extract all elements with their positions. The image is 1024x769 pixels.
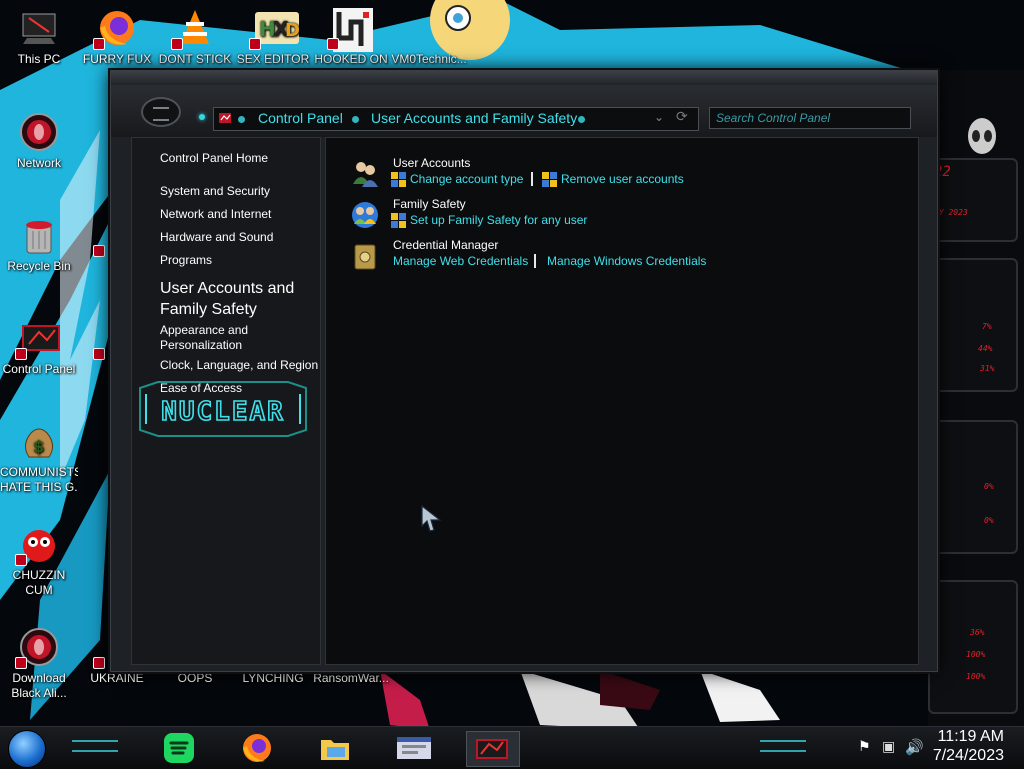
maze-game-icon xyxy=(327,8,373,52)
desktop-icon-communists[interactable]: $ COMMUNISTS HATE THIS G... xyxy=(0,421,78,495)
volume-icon[interactable]: 🔊 xyxy=(905,738,924,756)
control-panel-icon xyxy=(15,318,60,360)
nav-programs[interactable]: Programs xyxy=(160,253,212,268)
uac-shield-icon xyxy=(391,213,406,228)
gadget-drive-panel: 0% 0% xyxy=(928,420,1018,554)
breadcrumb-control-panel[interactable]: Control Panel xyxy=(258,110,343,126)
desktop-icon-dont-stick[interactable]: DONT STICK xyxy=(156,8,234,67)
credential-manager-title[interactable]: Credential Manager xyxy=(393,238,498,252)
svg-text:NUCLEAR: NUCLEAR xyxy=(161,397,285,427)
control-panel-icon[interactable] xyxy=(466,731,520,767)
uac-shield-icon xyxy=(542,172,557,187)
family-safety-icon[interactable] xyxy=(350,200,380,230)
window-title-bar[interactable] xyxy=(111,71,937,85)
remove-user-accounts-link[interactable]: Remove user accounts xyxy=(561,172,684,186)
desktop-icon-chuzzin-cum[interactable]: CHUZZIN CUM xyxy=(0,524,78,598)
svg-text:D: D xyxy=(285,20,300,41)
nav-network-and-internet[interactable]: Network and Internet xyxy=(160,207,271,222)
chuzzle-icon xyxy=(15,524,59,566)
credential-manager-icon[interactable] xyxy=(350,242,380,272)
link-separator xyxy=(531,172,533,186)
spotify-icon[interactable] xyxy=(162,731,196,765)
navigation-bar: Control Panel User Accounts and Family S… xyxy=(111,85,937,137)
nuclear-logo: NUCLEAR xyxy=(138,380,307,438)
left-navigation-pane: Control Panel Home System and Security N… xyxy=(131,137,321,665)
shortcut-icon xyxy=(409,8,449,48)
nav-indicator-dot xyxy=(199,114,205,120)
main-content-pane: User Accounts Change account type Remove… xyxy=(325,137,919,665)
money-bag-icon: $ xyxy=(19,421,59,461)
desktop-icon-this-pc[interactable]: This PC xyxy=(0,8,78,67)
svg-text:$: $ xyxy=(33,437,44,456)
mouse-cursor xyxy=(420,504,444,535)
user-accounts-icon[interactable] xyxy=(350,158,380,188)
taskbar-decoration xyxy=(72,740,118,752)
back-forward-buttons[interactable] xyxy=(141,97,181,127)
file-explorer-icon[interactable] xyxy=(318,731,352,765)
firefox-icon[interactable] xyxy=(240,731,274,765)
control-panel-window: Control Panel User Accounts and Family S… xyxy=(110,70,938,672)
family-safety-title[interactable]: Family Safety xyxy=(393,197,466,211)
breadcrumb-separator xyxy=(352,116,359,123)
start-button[interactable] xyxy=(8,730,46,768)
hex-editor-icon: HXD xyxy=(249,8,300,50)
desktop-icon-control-panel[interactable]: Control Panel xyxy=(0,318,78,377)
nav-control-panel-home[interactable]: Control Panel Home xyxy=(160,151,268,166)
nav-clock-language-region[interactable]: Clock, Language, and Region xyxy=(160,358,318,373)
address-bar[interactable]: Control Panel User Accounts and Family S… xyxy=(213,107,699,131)
action-center-flag-icon[interactable]: ⚑ xyxy=(858,739,871,755)
nav-hardware-and-sound[interactable]: Hardware and Sound xyxy=(160,230,273,245)
alien-orb-icon xyxy=(19,112,59,152)
gadget-clock-panel: 22 LY 2023 xyxy=(928,158,1018,242)
desktop-icon-sex-editor[interactable]: HXD SEX EDITOR xyxy=(234,8,312,67)
control-panel-icon xyxy=(218,111,232,125)
gadget-network-panel: 36% 100% 100% xyxy=(928,580,1018,714)
gadget-cpu-panel: 7% 44% 31% xyxy=(928,258,1018,392)
taskbar: ⚑ ▣ 🔊 11:19 AM 7/24/2023 xyxy=(0,726,1024,769)
network-icon[interactable]: ▣ xyxy=(882,739,895,755)
link-separator xyxy=(534,254,536,268)
taskbar-decoration xyxy=(760,740,806,752)
desktop-icon-network[interactable]: Network xyxy=(0,112,78,171)
recycle-bin-icon xyxy=(19,215,59,255)
refresh-icon[interactable]: ⟳ xyxy=(676,109,688,125)
set-up-family-safety-link[interactable]: Set up Family Safety for any user xyxy=(410,213,587,227)
app-window-icon[interactable] xyxy=(394,731,431,765)
nav-system-and-security[interactable]: System and Security xyxy=(160,184,270,199)
desktop-icon-recycle-bin[interactable]: Recycle Bin xyxy=(0,215,78,274)
breadcrumb-user-accounts[interactable]: User Accounts and Family Safety xyxy=(371,110,577,126)
desktop-icon-furry-fux[interactable]: FURRY FUX xyxy=(78,8,156,67)
desktop-icon-download-black-alien[interactable]: Download Black Ali... xyxy=(0,627,78,701)
user-accounts-title[interactable]: User Accounts xyxy=(393,156,470,170)
chevron-down-icon[interactable]: ⌄ xyxy=(654,110,664,124)
manage-windows-credentials-link[interactable]: Manage Windows Credentials xyxy=(547,254,706,268)
breadcrumb-separator xyxy=(238,116,245,123)
search-input[interactable] xyxy=(709,107,911,129)
alien-head-icon[interactable] xyxy=(962,116,1002,156)
desktop-icon-vm0technic[interactable]: VM0Technic... xyxy=(390,8,468,67)
vlc-icon xyxy=(171,8,215,50)
alien-orb-icon xyxy=(15,627,59,669)
breadcrumb-separator xyxy=(578,116,585,123)
uac-shield-icon xyxy=(391,172,406,187)
change-account-type-link[interactable]: Change account type xyxy=(410,172,523,186)
desktop-icon-hooked-on[interactable]: HOOKED ON xyxy=(312,8,390,67)
firefox-icon xyxy=(93,8,137,50)
manage-web-credentials-link[interactable]: Manage Web Credentials xyxy=(393,254,528,268)
computer-icon xyxy=(19,8,59,48)
